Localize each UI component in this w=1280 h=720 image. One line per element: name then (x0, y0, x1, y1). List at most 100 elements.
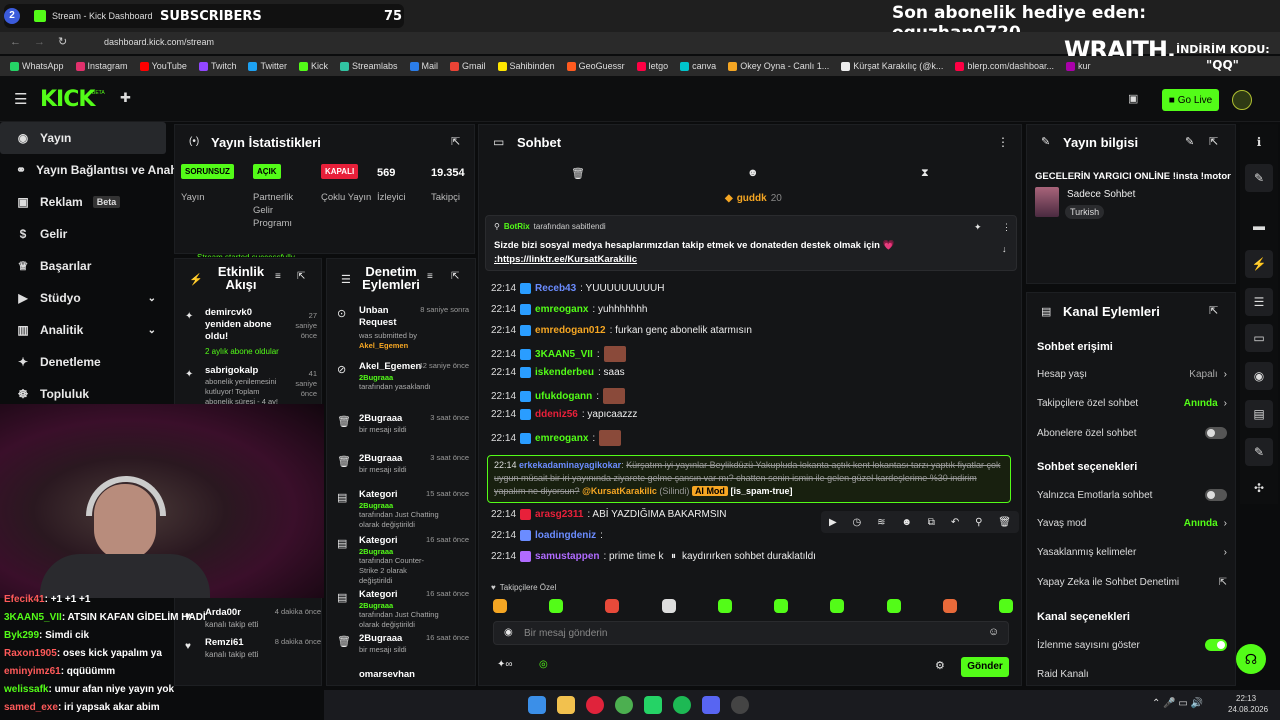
activity-popout-icon[interactable]: ⇱ (297, 271, 305, 282)
bookmark-item[interactable]: letgo (636, 61, 668, 71)
bookmark-item[interactable]: canva (680, 61, 716, 71)
tag-chip[interactable]: Turkish (1065, 205, 1105, 219)
activity-user[interactable]: demircvk0 (205, 307, 252, 318)
bookmark-item[interactable]: WhatsApp (10, 61, 64, 71)
bookmark-item[interactable]: Mail (409, 61, 438, 71)
spotify-icon[interactable] (673, 696, 691, 714)
message-user[interactable]: iskenderbeu (535, 367, 594, 378)
unpin-icon[interactable]: ✦ (974, 222, 982, 233)
emote-icon[interactable] (774, 599, 789, 613)
emote-icon[interactable] (998, 599, 1013, 613)
edit-icon[interactable]: ✎ (1185, 135, 1194, 148)
setting-control[interactable] (1205, 489, 1227, 501)
settings-gear-icon[interactable]: ⚙ (935, 659, 945, 672)
category-name[interactable]: Sadece Sohbet (1067, 189, 1135, 200)
chrome-icon[interactable] (615, 696, 633, 714)
setting-row[interactable]: Yapay Zeka ile Sohbet Denetimi ⇱ (1037, 577, 1227, 588)
bookmark-item[interactable]: YouTube (139, 61, 187, 71)
message-user[interactable]: emreoganx (535, 304, 588, 315)
modaction-user[interactable]: Akel_Egemen (359, 341, 408, 350)
hourglass-icon[interactable]: ⧗ (921, 167, 929, 180)
list-rail-icon[interactable]: ☰ (1245, 288, 1273, 316)
message-user[interactable]: loadingdeniz (535, 530, 596, 541)
channel-popout-icon[interactable]: ⇱ (1209, 304, 1218, 317)
setting-row[interactable]: Yalnızca Emotlarla sohbet (1037, 489, 1227, 501)
setting-control[interactable]: Anında › (1184, 398, 1227, 409)
bookmark-item[interactable]: Instagram (75, 61, 128, 71)
message-user[interactable]: emredogan012 (535, 325, 606, 336)
toggle-switch[interactable] (1205, 639, 1227, 651)
info-icon[interactable]: ℹ (1245, 128, 1273, 156)
bookmark-item[interactable]: blerp.com/dashboar... (955, 61, 1054, 71)
pencil-icon[interactable]: ✎ (1245, 164, 1273, 192)
emote-icon[interactable] (830, 599, 845, 613)
setting-control[interactable]: Kapalı › (1189, 369, 1227, 380)
card-icon[interactable]: ▬ (1245, 212, 1273, 240)
setting-control[interactable] (1205, 427, 1227, 439)
forward-icon[interactable]: → (34, 36, 45, 48)
modaction-user[interactable]: 2Bugraaa (359, 547, 393, 556)
shortcuts-icon[interactable]: ✦∞ (497, 659, 513, 670)
sidebar-item-dollar[interactable]: $ Gelir (0, 218, 172, 250)
setting-control[interactable] (1205, 639, 1227, 651)
emote-icon[interactable] (717, 599, 732, 613)
setting-row[interactable]: Raid Kanalı (1037, 669, 1227, 680)
whatsapp-icon[interactable] (644, 696, 662, 714)
pinned-link[interactable]: :https://linktr.ee/KursatKarakilic (494, 254, 637, 265)
emote-icon[interactable] (605, 599, 620, 613)
back-icon[interactable]: ← (10, 36, 21, 48)
modaction-user[interactable]: 2Bugraaa (359, 601, 393, 610)
setting-control[interactable]: Anında › (1184, 518, 1227, 529)
emote-icon[interactable] (942, 599, 957, 613)
mod-popout-icon[interactable]: ⇱ (451, 271, 459, 282)
chat-menu-icon[interactable]: ⋮ (997, 135, 1009, 149)
discord-icon[interactable] (702, 696, 720, 714)
bookmark-item[interactable]: Sahibinden (497, 61, 555, 71)
tool-rail-icon[interactable]: ✎ (1245, 438, 1273, 466)
emote-icon[interactable]: ☻ (747, 167, 759, 179)
apps-rail-icon[interactable]: ✣ (1245, 474, 1273, 502)
trash-icon[interactable]: 🗑 (571, 167, 585, 180)
kick-logo[interactable]: KICK (40, 87, 95, 112)
bookmark-item[interactable]: Twitch (198, 61, 236, 71)
file-explorer-icon[interactable] (557, 696, 575, 714)
windows-start-icon[interactable] (528, 696, 546, 714)
setting-control[interactable]: ⇱ (1219, 577, 1227, 588)
emote-icon[interactable] (549, 599, 564, 613)
message-user[interactable]: samustappen (535, 551, 599, 562)
go-live-button[interactable]: ■ Go Live (1162, 89, 1219, 111)
sidebar-item-moderation[interactable]: ✦ Denetleme (0, 346, 172, 378)
bookmark-item[interactable]: kur (1065, 61, 1090, 71)
mod-filter-icon[interactable]: ≡ (427, 271, 433, 282)
bookmark-item[interactable]: Twitter (248, 61, 287, 71)
support-button[interactable]: ☊ (1236, 644, 1266, 674)
modaction-user[interactable]: 2Bugraaa (359, 373, 393, 382)
reload-icon[interactable]: ↻ (58, 35, 67, 48)
bookmark-item[interactable]: Kick (298, 61, 328, 71)
modaction-user[interactable]: 2Bugraaa (359, 501, 393, 510)
kick-circle-icon[interactable]: ◎ (539, 659, 548, 670)
bolt-icon[interactable]: ⚡ (1245, 250, 1273, 278)
media-icon[interactable]: ▣ (1128, 92, 1138, 105)
bookmark-item[interactable]: Kürşat Karakılıç (@k... (841, 61, 943, 71)
toggle-switch[interactable] (1205, 489, 1227, 501)
message-user[interactable]: 3KAAN5_VII (535, 349, 593, 360)
emote-icon[interactable] (886, 599, 901, 613)
sidebar-item-broadcast[interactable]: ◉ Yayın (0, 122, 166, 154)
url-text[interactable]: dashboard.kick.com/stream (104, 37, 214, 47)
broadcast-rail-icon[interactable]: ◉ (1245, 362, 1273, 390)
message-user[interactable]: ufukdogann (535, 391, 592, 402)
message-user[interactable]: ddeniz56 (535, 409, 578, 420)
pinned-menu-icon[interactable]: ⋮ (1002, 222, 1011, 233)
bookmark-item[interactable]: Okey Oyna - Canlı 1... (728, 61, 829, 71)
sidebar-item-ad[interactable]: ▣ Reklam Beta (0, 186, 172, 218)
sidebar-item-trophy[interactable]: ♕ Başarılar (0, 250, 172, 282)
setting-row[interactable]: Yasaklanmış kelimeler › (1037, 547, 1227, 558)
setting-row[interactable]: Takipçilere özel sohbet Anında › (1037, 398, 1227, 409)
chat-rail-icon[interactable]: ▭ (1245, 324, 1273, 352)
bookmark-item[interactable]: GeoGuessr (566, 61, 625, 71)
setting-row[interactable]: Hesap yaşı Kapalı › (1037, 369, 1227, 380)
toggle-switch[interactable] (1205, 427, 1227, 439)
filter-icon[interactable]: ≡ (275, 271, 281, 282)
message-user[interactable]: emreoganx (535, 433, 588, 444)
